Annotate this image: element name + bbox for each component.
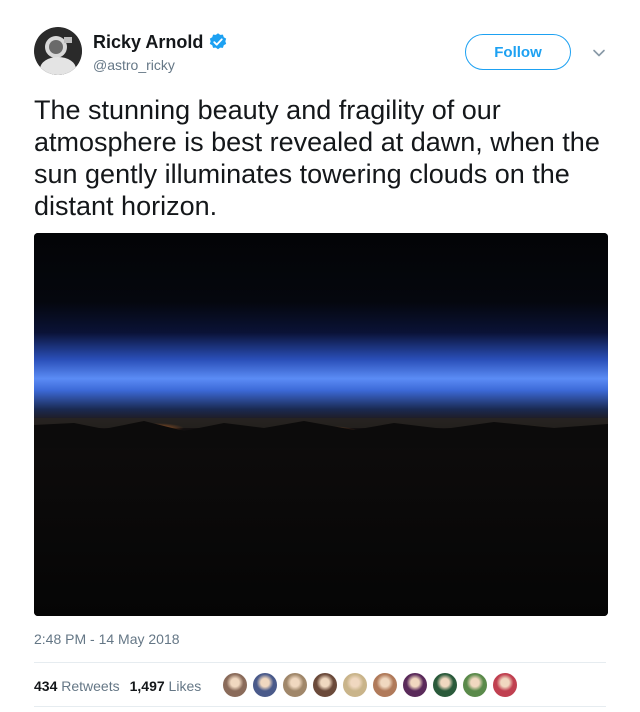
tweet-timestamp[interactable]: 2:48 PM - 14 May 2018 [34,631,180,647]
liker-avatar[interactable] [252,672,278,698]
astronaut-avatar-icon [34,27,82,75]
liker-avatar[interactable] [432,672,458,698]
user-handle[interactable]: @astro_ricky [93,57,175,73]
tweet-card: Ricky Arnold @astro_ricky Follow The stu… [0,0,640,712]
divider [34,706,606,707]
chevron-down-icon[interactable] [592,46,606,60]
earth-horizon-photo [34,233,608,616]
tweet-stats: 434 Retweets 1,497 Likes [34,678,211,694]
avatar[interactable] [34,27,82,75]
likes-stat[interactable]: 1,497 Likes [130,678,202,694]
likes-count: 1,497 [129,678,169,694]
tweet-text: The stunning beauty and fragility of our… [34,95,600,221]
liker-avatar[interactable] [312,672,338,698]
follow-button[interactable]: Follow [465,34,571,70]
liker-avatar[interactable] [282,672,308,698]
liker-avatar[interactable] [462,672,488,698]
liker-avatar[interactable] [402,672,428,698]
liker-avatars [222,672,522,698]
liker-avatar[interactable] [372,672,398,698]
liker-avatar[interactable] [222,672,248,698]
retweets-stat[interactable]: 434 Retweets [34,678,120,694]
likes-label: Likes [168,678,202,694]
user-name-row: Ricky Arnold [93,31,228,53]
verified-badge-icon [210,33,227,50]
tweet-photo[interactable] [34,233,608,616]
retweets-count: 434 [34,678,62,694]
display-name[interactable]: Ricky Arnold [93,32,203,53]
liker-avatar[interactable] [342,672,368,698]
liker-avatar[interactable] [492,672,518,698]
retweets-label: Retweets [61,678,120,694]
divider [34,662,606,663]
